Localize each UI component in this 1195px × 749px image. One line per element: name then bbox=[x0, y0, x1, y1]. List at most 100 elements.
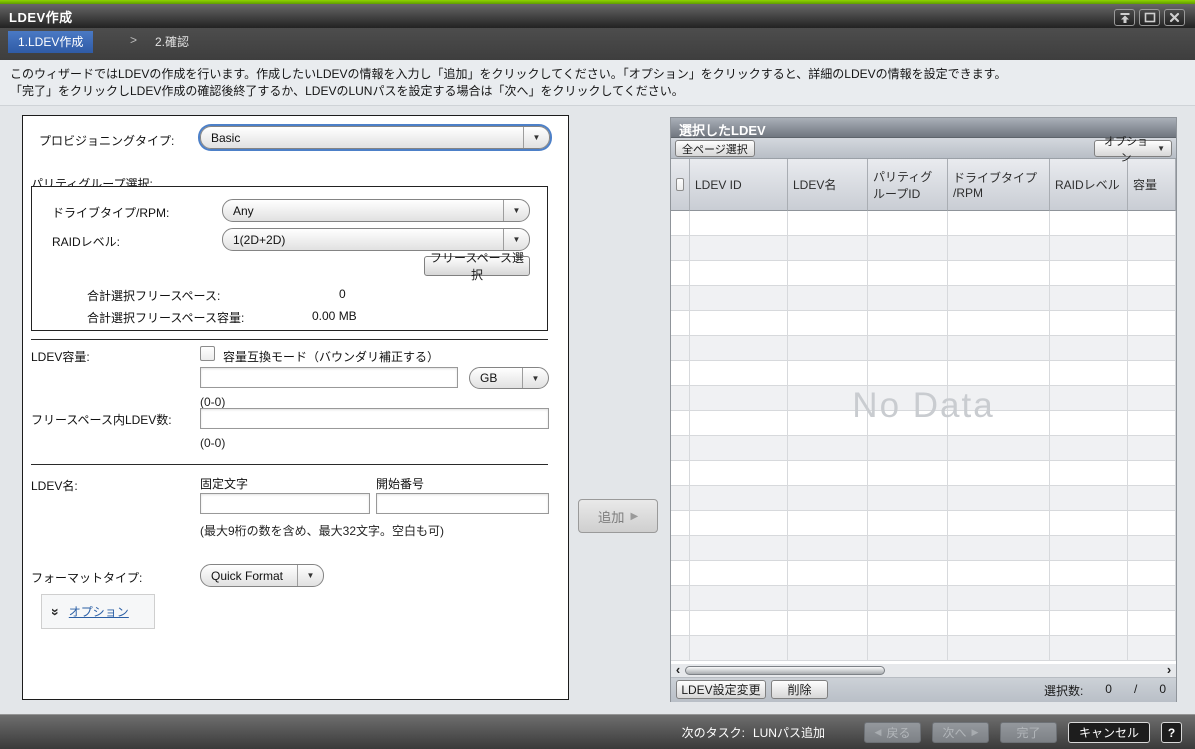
back-button[interactable]: ◀ 戻る bbox=[864, 722, 921, 743]
table-cell bbox=[671, 561, 690, 586]
next-task-value: LUNパス追加 bbox=[753, 724, 825, 741]
ldev-table-header: LDEV ID LDEV名 パリティグループID ドライブタイプ /RPM RA… bbox=[671, 159, 1176, 211]
table-cell bbox=[690, 236, 788, 261]
options-link[interactable]: オプション bbox=[69, 603, 129, 620]
column-header-ldev-id[interactable]: LDEV ID bbox=[690, 159, 788, 211]
table-cell bbox=[690, 361, 788, 386]
play-right-icon: ▶ bbox=[972, 727, 979, 738]
column-header-drive-type[interactable]: ドライブタイプ /RPM bbox=[948, 159, 1050, 211]
column-header-parity-group-id[interactable]: パリティグループID bbox=[868, 159, 948, 211]
table-cell bbox=[868, 561, 948, 586]
table-cell bbox=[1128, 636, 1176, 661]
table-cell bbox=[868, 236, 948, 261]
table-cell bbox=[1050, 211, 1128, 236]
table-cell bbox=[671, 611, 690, 636]
table-cell bbox=[1128, 361, 1176, 386]
finish-button[interactable]: 完了 bbox=[1000, 722, 1057, 743]
raid-level-select[interactable]: 1(2D+2D) ▼ bbox=[222, 228, 530, 251]
step-separator: > bbox=[130, 33, 137, 47]
chevron-down-icon: ▼ bbox=[523, 127, 549, 148]
table-cell bbox=[1050, 436, 1128, 461]
selection-count: 選択数: 0 / 0 bbox=[1044, 682, 1166, 699]
table-cell bbox=[671, 311, 690, 336]
table-cell bbox=[690, 511, 788, 536]
scroll-right-icon[interactable]: › bbox=[1163, 664, 1175, 677]
add-button[interactable]: 追加 ▶ bbox=[578, 499, 658, 533]
ldev-count-range-hint: (0-0) bbox=[200, 436, 225, 450]
content-area: プロビジョニングタイプ: Basic ▼ パリティグループ選択: ドライブタイプ… bbox=[0, 107, 1195, 714]
table-row bbox=[671, 311, 1176, 336]
dialog-title: LDEV作成 bbox=[0, 7, 73, 26]
select-all-checkbox[interactable] bbox=[676, 178, 684, 191]
double-chevron-down-icon: » bbox=[48, 608, 64, 616]
instruction-line-2: 「完了」をクリックしLDEV作成の確認後終了するか、LDEVのLUNパスを設定す… bbox=[10, 83, 1185, 100]
capacity-compat-label: 容量互換モード（バウンダリ補正する） bbox=[223, 348, 439, 365]
table-cell bbox=[1050, 611, 1128, 636]
total-free-capacity-value: 0.00 MB bbox=[312, 309, 357, 323]
ldev-capacity-input[interactable] bbox=[200, 367, 458, 388]
table-cell bbox=[868, 586, 948, 611]
table-cell bbox=[788, 236, 868, 261]
provisioning-type-select[interactable]: Basic ▼ bbox=[200, 126, 550, 149]
table-cell bbox=[868, 611, 948, 636]
select-all-pages-button[interactable]: 全ページ選択 bbox=[675, 140, 755, 157]
ldev-count-input[interactable] bbox=[200, 408, 549, 429]
table-row bbox=[671, 286, 1176, 311]
close-button[interactable] bbox=[1164, 9, 1185, 26]
table-cell bbox=[671, 511, 690, 536]
selection-count-separator: / bbox=[1134, 682, 1137, 699]
start-number-input[interactable] bbox=[376, 493, 549, 514]
provisioning-type-label: プロビジョニングタイプ: bbox=[39, 132, 174, 149]
popout-window-button[interactable] bbox=[1114, 9, 1135, 26]
table-cell bbox=[788, 511, 868, 536]
selection-count-selected: 0 bbox=[1105, 682, 1112, 699]
table-row bbox=[671, 436, 1176, 461]
fixed-chars-input[interactable] bbox=[200, 493, 370, 514]
options-expander[interactable]: » オプション bbox=[41, 594, 155, 629]
maximize-button[interactable] bbox=[1139, 9, 1160, 26]
table-cell bbox=[788, 311, 868, 336]
wizard-footer: 次のタスク: LUNパス追加 ◀ 戻る 次へ ▶ 完了 キャンセル ? bbox=[0, 714, 1195, 749]
fixed-chars-label: 固定文字 bbox=[200, 475, 248, 492]
table-row bbox=[671, 561, 1176, 586]
table-cell bbox=[1050, 411, 1128, 436]
table-row bbox=[671, 211, 1176, 236]
table-options-label: オプション bbox=[1101, 133, 1151, 165]
table-cell bbox=[868, 461, 948, 486]
cancel-button[interactable]: キャンセル bbox=[1068, 722, 1150, 743]
table-cell bbox=[671, 411, 690, 436]
ldev-table-body: No Data bbox=[671, 211, 1176, 664]
table-cell bbox=[1050, 236, 1128, 261]
table-row bbox=[671, 461, 1176, 486]
format-type-value: Quick Format bbox=[201, 569, 297, 583]
capacity-unit-select[interactable]: GB ▼ bbox=[469, 367, 549, 389]
horizontal-scrollbar[interactable]: ‹ › bbox=[671, 664, 1176, 678]
table-cell bbox=[948, 536, 1050, 561]
back-button-label: 戻る bbox=[886, 724, 910, 741]
table-cell bbox=[1050, 361, 1128, 386]
table-cell bbox=[1050, 636, 1128, 661]
scroll-left-icon[interactable]: ‹ bbox=[672, 664, 684, 677]
table-cell bbox=[690, 461, 788, 486]
column-header-capacity[interactable]: 容量 bbox=[1128, 159, 1176, 211]
table-cell bbox=[671, 636, 690, 661]
select-free-space-button[interactable]: フリースペース選択 bbox=[424, 256, 530, 276]
capacity-compat-checkbox[interactable] bbox=[200, 346, 215, 361]
step-current: 1.LDEV作成 bbox=[8, 31, 93, 53]
table-options-button[interactable]: オプション ▼ bbox=[1094, 140, 1172, 157]
help-button[interactable]: ? bbox=[1161, 722, 1182, 743]
next-button[interactable]: 次へ ▶ bbox=[932, 722, 989, 743]
change-ldev-settings-button[interactable]: LDEV設定変更 bbox=[676, 680, 766, 699]
add-button-label: 追加 bbox=[598, 507, 625, 526]
column-header-raid-level[interactable]: RAIDレベル bbox=[1050, 159, 1128, 211]
table-cell bbox=[788, 211, 868, 236]
table-cell bbox=[788, 586, 868, 611]
format-type-label: フォーマットタイプ: bbox=[31, 569, 142, 586]
column-header-ldev-name[interactable]: LDEV名 bbox=[788, 159, 868, 211]
delete-button[interactable]: 削除 bbox=[771, 680, 828, 699]
scrollbar-thumb[interactable] bbox=[685, 666, 885, 675]
format-type-select[interactable]: Quick Format ▼ bbox=[200, 564, 324, 587]
drive-type-select[interactable]: Any ▼ bbox=[222, 199, 530, 222]
close-icon bbox=[1169, 12, 1180, 23]
table-cell bbox=[690, 436, 788, 461]
